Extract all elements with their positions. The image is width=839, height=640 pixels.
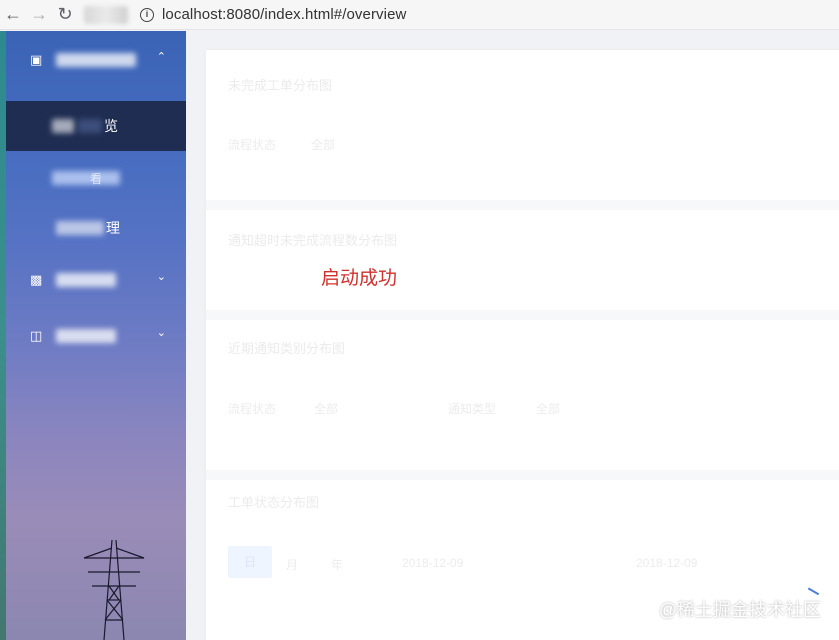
- info-icon[interactable]: i: [140, 7, 154, 22]
- blurred-tab-label: [84, 5, 128, 24]
- reload-icon[interactable]: ↻: [52, 2, 78, 28]
- power-tower-image: [83, 540, 145, 640]
- blurred-group-label: [56, 273, 116, 287]
- sidebar-item-label: 看: [90, 171, 103, 186]
- address-bar[interactable]: i localhost:8080/index.html#/overview: [140, 3, 406, 27]
- filter-select[interactable]: 全部: [311, 136, 335, 153]
- blurred-item-label: [78, 119, 102, 133]
- filter-label: 通知类型: [448, 402, 497, 416]
- chevron-down-icon[interactable]: ⌄: [157, 270, 166, 283]
- card-notify-category: 近期通知类别分布图 流程状态 全部 通知类型 全部: [206, 320, 839, 470]
- month-button[interactable]: 月: [286, 556, 298, 573]
- blurred-item-label: [52, 171, 120, 185]
- sidebar-item-3[interactable]: 理: [6, 203, 186, 253]
- sidebar-item-label: 理: [106, 220, 120, 236]
- card-separator: [206, 310, 839, 320]
- browser-toolbar: ← → ↻ i localhost:8080/index.html#/overv…: [0, 0, 839, 30]
- card-title: 近期通知类别分布图: [228, 341, 346, 356]
- blurred-item-label: [56, 221, 104, 235]
- sidebar-group-3[interactable]: ◫ ⌄: [6, 311, 186, 361]
- card-title: 工单状态分布图: [228, 495, 320, 510]
- sidebar-item-2[interactable]: 看: [6, 153, 186, 203]
- chart-icon: ▩: [30, 272, 43, 287]
- chevron-down-icon[interactable]: ⌄: [157, 326, 166, 339]
- date-to-input[interactable]: 2018-12-09: [636, 556, 697, 570]
- sidebar-group-1[interactable]: ▣ ⌃: [6, 35, 186, 85]
- card-unfinished: 未完成工单分布图 流程状态 全部: [206, 50, 839, 200]
- blurred-item-label: [52, 119, 74, 133]
- sidebar-group-2[interactable]: ▩ ⌄: [6, 255, 186, 305]
- filter-select[interactable]: 全部: [536, 400, 560, 417]
- year-button[interactable]: 年: [331, 556, 343, 573]
- sidebar: ▣ ⌃ 览 看 理 ▩ ⌄ ◫ ⌄: [6, 31, 186, 640]
- card-separator: [206, 470, 839, 480]
- db-icon: ◫: [30, 328, 43, 343]
- sidebar-item-label: 览: [104, 118, 118, 134]
- chevron-up-icon[interactable]: ⌃: [157, 50, 166, 63]
- card-title: 通知超时未完成流程数分布图: [228, 233, 398, 248]
- forward-icon[interactable]: →: [26, 2, 52, 28]
- watermark: @稀土掘金技术社区: [658, 600, 821, 620]
- card-title: 未完成工单分布图: [228, 78, 333, 93]
- card-separator: [206, 200, 839, 210]
- main-content: 未完成工单分布图 流程状态 全部 通知超时未完成流程数分布图 近期通知类别分布图…: [206, 50, 839, 640]
- filter-label: 流程状态: [228, 138, 277, 152]
- filter-label: 流程状态: [228, 402, 277, 416]
- card-timeout: 通知超时未完成流程数分布图: [206, 210, 839, 310]
- back-icon[interactable]: ←: [0, 2, 26, 28]
- success-toast: 启动成功: [321, 268, 398, 289]
- blurred-group-label: [56, 53, 136, 67]
- blurred-group-label: [56, 329, 116, 343]
- sidebar-item-overview[interactable]: 览: [6, 101, 186, 151]
- date-from-input[interactable]: 2018-12-09: [402, 556, 463, 570]
- filter-select[interactable]: 全部: [314, 400, 338, 417]
- day-button[interactable]: 日: [228, 546, 272, 578]
- doc-icon: ▣: [30, 52, 43, 67]
- url-text[interactable]: localhost:8080/index.html#/overview: [162, 6, 406, 23]
